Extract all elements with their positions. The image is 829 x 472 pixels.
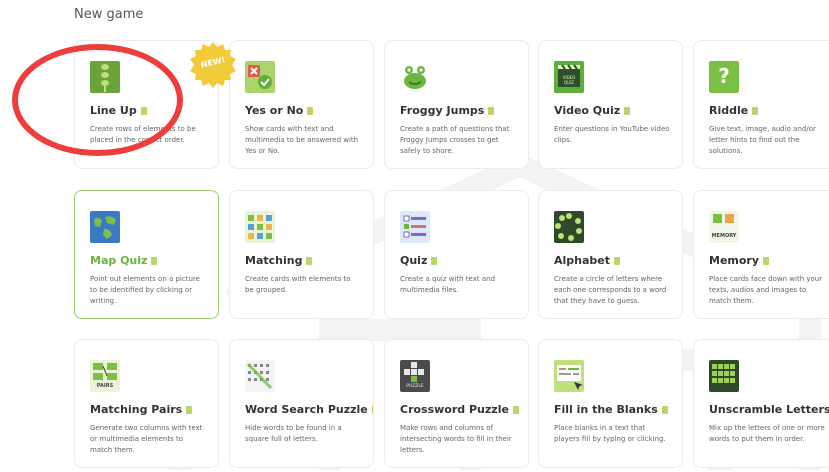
game-description: Make rows and columns of intersecting wo…	[400, 424, 512, 454]
game-title-text: Memory	[709, 254, 760, 267]
game-description: Mix up the letters of one or more words …	[709, 424, 825, 443]
memory-icon: MEMORY	[709, 211, 739, 243]
game-card-map-quiz[interactable]: Map Quiz Point out elements on a picture …	[74, 190, 219, 319]
game-title: Map Quiz	[90, 254, 158, 267]
game-title: Alphabet	[554, 254, 621, 267]
game-card-matching-pairs[interactable]: PAIRS Matching Pairs Generate two columns …	[74, 339, 219, 468]
icon-label: PAIRS	[96, 383, 114, 389]
game-description: Create cards with elements to be grouped…	[245, 275, 351, 294]
game-description: Place blanks in a text that players fill…	[554, 424, 666, 443]
game-title: Memory	[709, 254, 770, 267]
free-badge-icon	[140, 106, 147, 115]
map-icon	[90, 211, 120, 243]
unscramble-icon	[709, 360, 739, 392]
game-card-memory[interactable]: MEMORY Memory Place cards face down with y…	[693, 190, 829, 319]
game-card-crossword-puzzle[interactable]: PUZZLE Crossword Puzzle Make rows and colu…	[384, 339, 529, 468]
game-title-text: Map Quiz	[90, 254, 148, 267]
yes-no-icon	[245, 61, 275, 93]
icon-label: ?	[718, 64, 730, 88]
game-title: Matching Pairs	[90, 403, 193, 416]
word-search-icon	[245, 360, 275, 392]
game-title-text: Quiz	[400, 254, 428, 267]
game-title: Line Up	[90, 104, 147, 117]
game-title-text: Froggy Jumps	[400, 104, 485, 117]
free-badge-icon	[431, 256, 438, 265]
game-title-text: Fill in the Blanks	[554, 403, 658, 416]
game-title: Riddle	[709, 104, 759, 117]
game-title: Quiz	[400, 254, 438, 267]
matching-grid-icon	[245, 211, 275, 243]
game-description: Create a circle of letters where each on…	[554, 275, 667, 305]
free-badge-icon	[186, 405, 193, 414]
game-description: Generate two columns with text or multim…	[90, 424, 203, 454]
free-badge-icon	[151, 256, 158, 265]
game-description: Show cards with text and multimedia to b…	[245, 125, 359, 155]
pairs-icon: PAIRS	[90, 360, 120, 392]
free-badge-icon	[661, 405, 668, 414]
free-badge-icon	[371, 405, 373, 414]
game-card-word-search-puzzle[interactable]: Word Search Puzzle Hide words to be found…	[229, 339, 374, 468]
game-title-text: Crossword Puzzle	[400, 403, 509, 416]
game-card-video-quiz[interactable]: VIDEO QUIZ Video Quiz Enter questions in Y…	[538, 40, 683, 169]
icon-label: MEMORY	[711, 233, 737, 239]
game-description: Give text, image, audio and/or letter hi…	[709, 125, 816, 155]
game-card-riddle[interactable]: ? Riddle Give text, image, audio and/or le…	[693, 40, 829, 169]
free-badge-icon	[752, 106, 759, 115]
game-description: Place cards face down with your texts, a…	[709, 275, 823, 305]
free-badge-icon	[307, 106, 314, 115]
game-title: Matching	[245, 254, 313, 267]
free-badge-icon	[306, 256, 313, 265]
game-title: Froggy Jumps	[400, 104, 495, 117]
game-title-text: Riddle	[709, 104, 749, 117]
game-title: Unscramble Letters	[709, 403, 829, 416]
game-description: Create rows of elements to be placed in …	[90, 125, 196, 144]
checklist-icon	[400, 211, 430, 243]
game-title: Yes or No	[245, 104, 314, 117]
icon-label: VIDEO QUIZ	[562, 75, 576, 85]
page-title: New game	[74, 7, 144, 22]
game-card-quiz[interactable]: Quiz Create a quiz with text and multimed…	[384, 190, 529, 319]
game-title-text: Word Search Puzzle	[245, 403, 368, 416]
game-card-alphabet[interactable]: Alphabet Create a circle of letters where…	[538, 190, 683, 319]
fill-blanks-icon	[554, 360, 584, 392]
free-badge-icon	[624, 106, 631, 115]
free-badge-icon	[614, 256, 621, 265]
game-title-text: Video Quiz	[554, 104, 621, 117]
game-title-text: Alphabet	[554, 254, 611, 267]
game-title-text: Unscramble Letters	[709, 403, 829, 416]
question-mark-icon: ?	[709, 61, 739, 93]
new-badge: NEW!	[189, 41, 237, 89]
line-up-icon	[90, 61, 120, 93]
free-badge-icon	[512, 405, 519, 414]
game-title-text: Line Up	[90, 104, 137, 117]
game-card-froggy-jumps[interactable]: Froggy Jumps Create a path of questions t…	[384, 40, 529, 169]
game-description: Create a path of questions that Froggy J…	[400, 125, 510, 155]
game-card-unscramble-letters[interactable]: Unscramble Letters Mix up the letters of …	[693, 339, 829, 468]
game-title-text: Yes or No	[245, 104, 304, 117]
alphabet-circle-icon	[554, 211, 584, 243]
crossword-icon: PUZZLE	[400, 360, 430, 392]
free-badge-icon	[763, 256, 770, 265]
game-title-text: Matching Pairs	[90, 403, 183, 416]
clapperboard-icon: VIDEO QUIZ	[554, 61, 584, 93]
game-description: Enter questions in YouTube video clips.	[554, 125, 670, 144]
game-title-text: Matching	[245, 254, 303, 267]
game-title: Video Quiz	[554, 104, 631, 117]
game-description: Point out elements on a picture to be id…	[90, 275, 200, 305]
icon-label: PUZZLE	[406, 384, 424, 389]
game-title: Crossword Puzzle	[400, 403, 519, 416]
frog-icon	[400, 61, 430, 93]
game-card-yes-or-no[interactable]: Yes or No Show cards with text and multim…	[229, 40, 374, 169]
free-badge-icon	[488, 106, 495, 115]
game-title: Fill in the Blanks	[554, 403, 668, 416]
game-card-matching[interactable]: Matching Create cards with elements to be…	[229, 190, 374, 319]
game-description: Hide words to be found in a square full …	[245, 424, 342, 443]
game-card-fill-in-the-blanks[interactable]: Fill in the Blanks Place blanks in a text…	[538, 339, 683, 468]
game-description: Create a quiz with text and multimedia f…	[400, 275, 496, 294]
game-title: Word Search Puzzle	[245, 403, 373, 416]
